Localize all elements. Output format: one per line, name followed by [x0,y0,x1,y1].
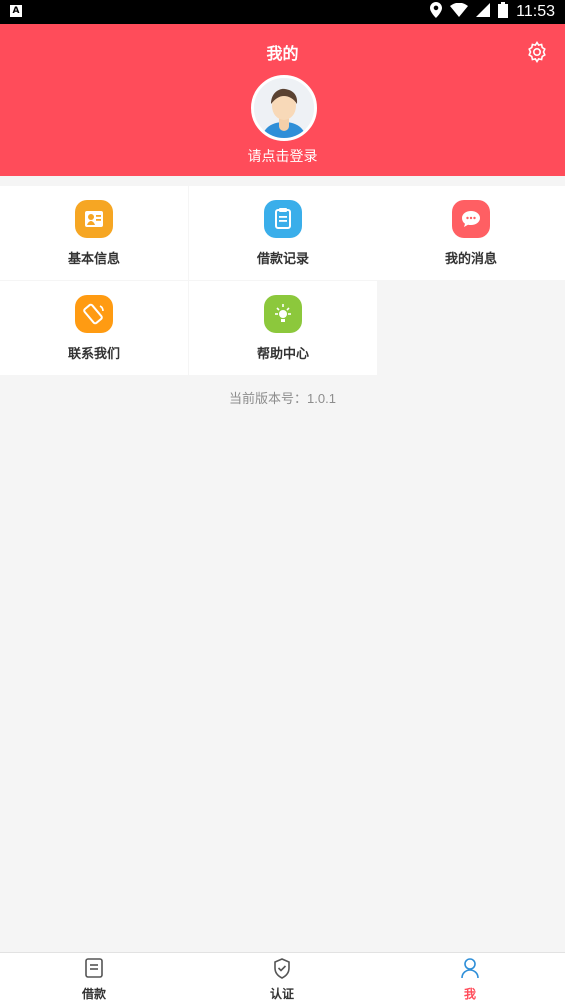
tile-contact-us[interactable]: 联系我们 [0,281,188,375]
wifi-icon [450,2,469,21]
tile-help-center[interactable]: 帮助中心 [189,281,377,375]
tile-loan-records[interactable]: 借款记录 [189,186,377,280]
tile-label: 我的消息 [444,252,497,267]
signal-icon [476,3,491,21]
status-bar: A 11:53 [0,0,565,24]
tile-label: 借款记录 [256,252,309,267]
id-card-icon [75,200,113,238]
shield-icon [274,958,290,979]
tile-label: 联系我们 [67,347,120,362]
battery-icon [498,2,509,22]
nav-label: 借款 [81,987,106,1001]
tile-basic-info[interactable]: 基本信息 [0,186,188,280]
nav-label: 认证 [269,987,294,1001]
profile-header: 我的 请点击登录 [0,24,565,176]
tile-my-messages[interactable]: 我的消息 [377,186,565,280]
tile-label: 基本信息 [67,252,120,267]
user-icon [461,958,479,979]
loan-icon [85,958,103,978]
notification-a-icon: A [10,5,22,17]
page-title: 我的 [266,44,299,63]
location-icon [430,2,443,22]
phone-icon [75,295,113,333]
nav-verify[interactable]: 认证 [242,957,322,1002]
settings-gear-icon[interactable] [525,40,549,64]
avatar[interactable] [251,75,317,141]
status-time: 11:53 [516,3,555,20]
bottom-navigation: 借款 认证 我 [0,952,565,1006]
version-text: 当前版本号：1.0.1 [229,391,336,406]
clipboard-icon [264,200,302,238]
lightbulb-icon [264,295,302,333]
tile-label: 帮助中心 [256,347,309,362]
nav-loan[interactable]: 借款 [54,957,134,1002]
chat-icon [452,200,490,238]
nav-label: 我 [463,987,476,1001]
login-prompt[interactable]: 请点击登录 [0,146,565,166]
status-icons: 11:53 [430,2,555,22]
nav-me[interactable]: 我 [430,957,510,1002]
